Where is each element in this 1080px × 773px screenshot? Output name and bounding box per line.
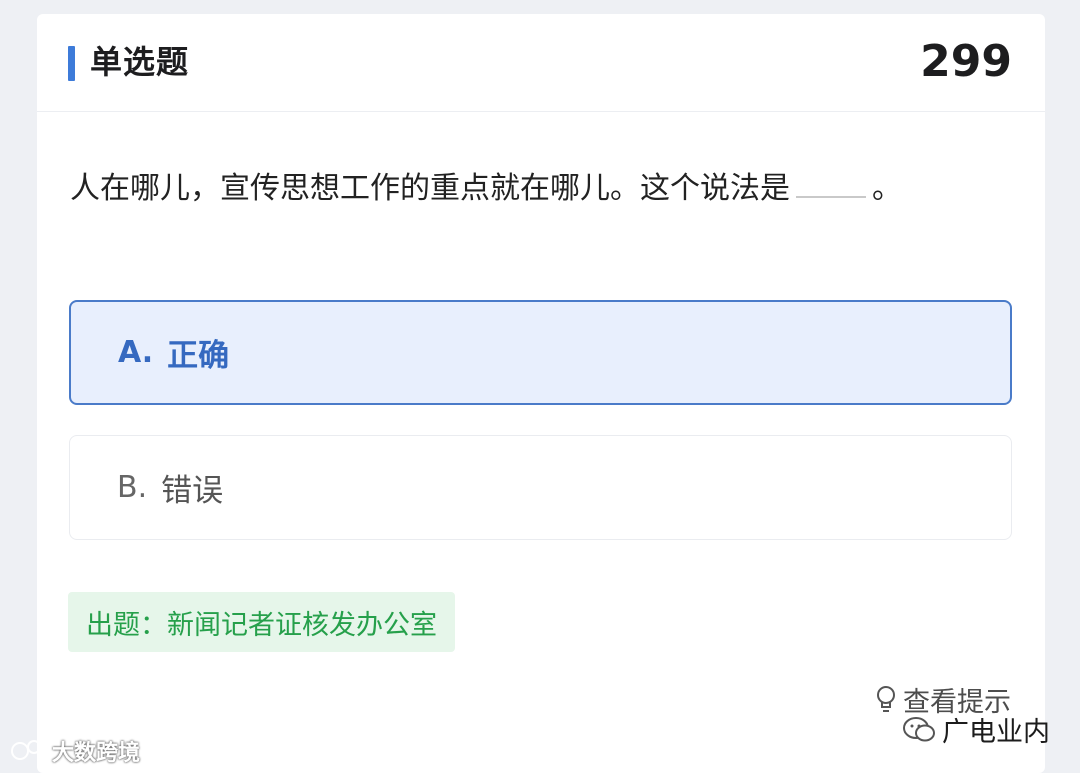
card-header: 单选题 299	[37, 14, 1045, 112]
wechat-logo-icon	[903, 716, 935, 741]
option-b[interactable]: B. 错误	[69, 435, 1012, 540]
watermark-left-text: 大数跨境	[52, 741, 141, 766]
watermark-left: 大数跨境	[10, 735, 140, 767]
weibo-logo-icon	[11, 740, 49, 760]
option-label: 错误	[161, 473, 224, 509]
source-badge: 出题：新闻记者证核发办公室	[68, 592, 455, 652]
option-letter: A.	[118, 335, 154, 370]
header-accent-bar	[68, 46, 75, 81]
question-number: 299	[920, 36, 1012, 87]
question-card: 单选题 299 人在哪儿，宣传思想工作的重点就在哪儿。这个说法是。 A. 正确 …	[37, 14, 1045, 773]
option-a[interactable]: A. 正确	[69, 300, 1012, 405]
source-label: 出题：新闻记者证核发办公室	[86, 609, 437, 641]
question-text: 人在哪儿，宣传思想工作的重点就在哪儿。这个说法是 。	[70, 164, 902, 214]
question-type-title: 单选题	[90, 43, 190, 81]
lightbulb-icon	[877, 685, 895, 712]
answer-blank	[796, 195, 866, 198]
option-letter: B.	[117, 470, 148, 505]
question-end-punct: 。	[872, 171, 902, 206]
question-stem: 人在哪儿，宣传思想工作的重点就在哪儿。这个说法是	[70, 171, 790, 206]
option-label: 正确	[167, 338, 230, 374]
watermark-right-text: 广电业内	[942, 717, 1050, 748]
watermark-right: 广电业内	[902, 710, 1050, 749]
